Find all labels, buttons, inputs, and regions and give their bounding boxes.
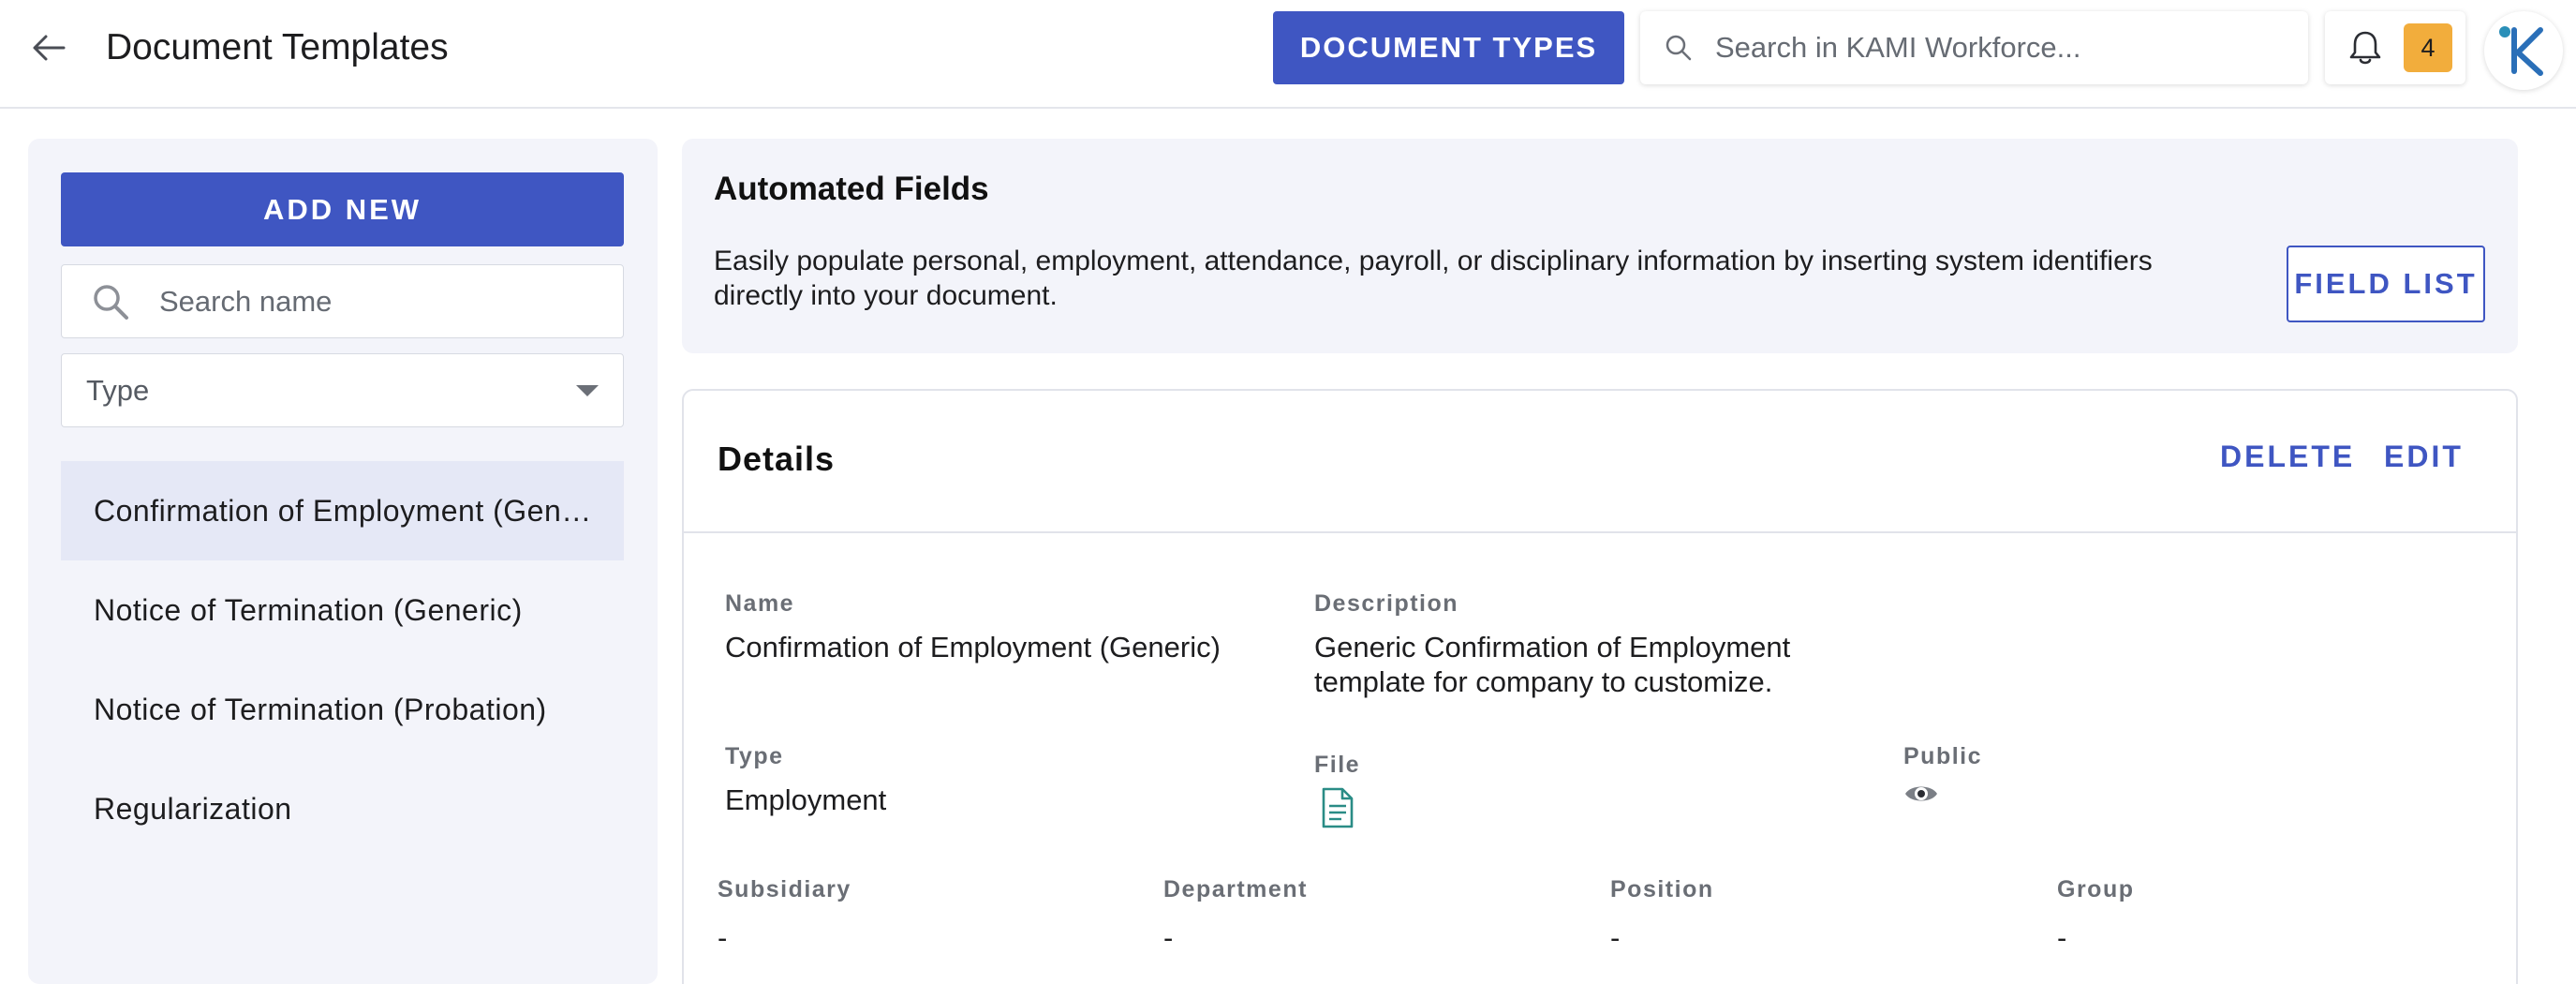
name-value: Confirmation of Employment (Generic) — [725, 631, 1221, 663]
notifications-button[interactable]: 4 — [2325, 11, 2465, 84]
template-search-input[interactable] — [159, 284, 590, 319]
type-filter-select[interactable]: Type — [61, 353, 624, 427]
bell-icon — [2346, 28, 2385, 67]
template-item-termination-generic[interactable]: Notice of Termination (Generic) — [61, 560, 624, 660]
subsidiary-value: - — [718, 921, 728, 954]
field-list-button[interactable]: FIELD LIST — [2287, 246, 2485, 322]
template-item-confirmation-generic[interactable]: Confirmation of Employment (Generic) — [61, 461, 624, 560]
automated-fields-description: Easily populate personal, employment, at… — [714, 246, 2153, 311]
type-value: Employment — [725, 783, 887, 816]
eye-icon — [1905, 786, 1937, 801]
search-icon — [90, 281, 131, 322]
description-label: Description — [1314, 590, 1459, 617]
document-types-button[interactable]: DOCUMENT TYPES — [1273, 11, 1624, 84]
file-label: File — [1314, 752, 1361, 778]
type-filter-label: Type — [86, 373, 150, 407]
details-card: Details DELETE EDIT Name Confirmation of… — [682, 389, 2518, 984]
template-list: Confirmation of Employment (Generic) Not… — [61, 461, 624, 858]
page-title: Document Templates — [106, 27, 449, 67]
position-label: Position — [1610, 876, 1714, 902]
global-search-input[interactable] — [1715, 31, 2277, 65]
automated-fields-title: Automated Fields — [714, 171, 989, 207]
position-value: - — [1610, 921, 1621, 954]
notification-count-badge: 4 — [2404, 23, 2452, 72]
description-value: Generic Confirmation of Employment templ… — [1314, 631, 1791, 698]
search-icon — [1663, 32, 1695, 64]
document-file-icon — [1322, 787, 1354, 828]
add-new-button[interactable]: ADD NEW — [61, 172, 624, 246]
group-value: - — [2057, 921, 2067, 954]
template-item-label: Notice of Termination (Generic) — [94, 592, 523, 627]
type-label: Type — [725, 743, 784, 769]
name-label: Name — [725, 590, 795, 617]
template-item-label: Regularization — [94, 791, 292, 826]
delete-button[interactable]: DELETE — [2220, 440, 2355, 474]
details-title: Details — [718, 440, 836, 478]
group-label: Group — [2057, 876, 2135, 902]
kami-logo-icon — [2499, 26, 2543, 76]
top-header: Document Templates DOCUMENT TYPES 4 — [0, 0, 2576, 109]
details-header: Details DELETE EDIT — [684, 391, 2516, 533]
template-search-box[interactable] — [61, 264, 624, 338]
template-item-label: Confirmation of Employment (Generic) — [94, 493, 601, 528]
global-search-box[interactable] — [1640, 11, 2308, 84]
department-value: - — [1163, 921, 1174, 954]
back-button[interactable] — [22, 24, 75, 71]
public-visibility-indicator — [1903, 781, 1939, 812]
automated-fields-panel: Automated Fields Easily populate persona… — [682, 139, 2518, 353]
file-link[interactable] — [1321, 786, 1355, 834]
template-item-label: Notice of Termination (Probation) — [94, 692, 547, 726]
edit-button[interactable]: EDIT — [2384, 440, 2464, 474]
template-item-regularization[interactable]: Regularization — [61, 759, 624, 858]
arrow-left-icon — [33, 35, 66, 61]
public-label: Public — [1903, 743, 1983, 769]
department-label: Department — [1163, 876, 1308, 902]
user-avatar[interactable] — [2484, 11, 2563, 90]
template-item-termination-probation[interactable]: Notice of Termination (Probation) — [61, 660, 624, 759]
chevron-down-icon — [576, 384, 599, 396]
subsidiary-label: Subsidiary — [718, 876, 851, 902]
templates-sidebar: ADD NEW Type Confirmation of Employment … — [28, 139, 658, 984]
